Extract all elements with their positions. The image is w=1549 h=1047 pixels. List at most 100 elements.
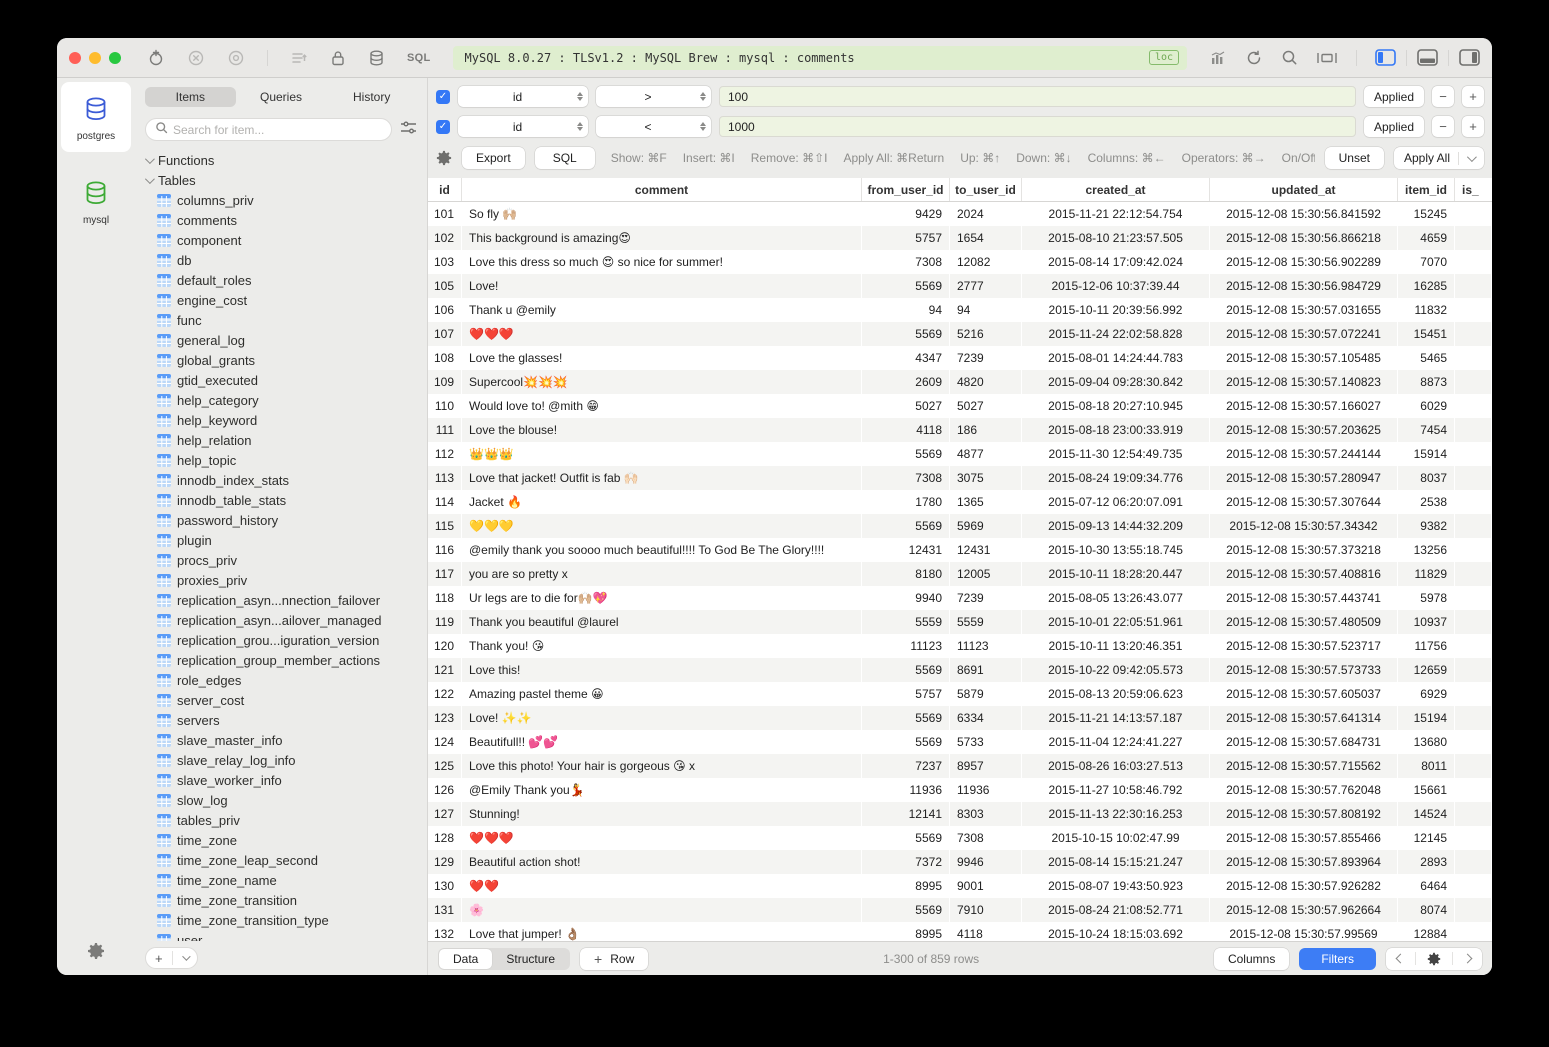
cell-to_user_id[interactable]: 8957: [950, 754, 1022, 778]
cell-id[interactable]: 128: [428, 826, 462, 850]
cell-comment[interactable]: Beautiful action shot!: [462, 850, 862, 874]
cell-from_user_id[interactable]: 9940: [862, 586, 950, 610]
filter-value-input[interactable]: [719, 86, 1356, 107]
cell-item_id[interactable]: 12659: [1398, 658, 1455, 682]
cell-item_id[interactable]: 15914: [1398, 442, 1455, 466]
next-page-button[interactable]: [1453, 948, 1482, 970]
cell-updated_at[interactable]: 2015-12-08 15:30:56.902289: [1210, 250, 1398, 274]
cell-is_[interactable]: [1455, 562, 1492, 586]
import-icon[interactable]: [290, 49, 308, 67]
cell-item_id[interactable]: 8873: [1398, 370, 1455, 394]
minimize-window-button[interactable]: [89, 52, 101, 64]
column-header-item_id[interactable]: item_id: [1398, 178, 1455, 201]
sql-button[interactable]: SQL: [535, 147, 595, 169]
cell-created_at[interactable]: 2015-08-05 13:26:43.077: [1022, 586, 1210, 610]
cell-updated_at[interactable]: 2015-12-08 15:30:57.715562: [1210, 754, 1398, 778]
cell-id[interactable]: 116: [428, 538, 462, 562]
table-row[interactable]: 118Ur legs are to die for🙌🏼💖994072392015…: [428, 586, 1492, 610]
cell-comment[interactable]: you are so pretty x: [462, 562, 862, 586]
cell-updated_at[interactable]: 2015-12-08 15:30:57.140823: [1210, 370, 1398, 394]
table-row[interactable]: 121Love this!556986912015-10-22 09:42:05…: [428, 658, 1492, 682]
cell-created_at[interactable]: 2015-07-12 06:20:07.091: [1022, 490, 1210, 514]
connection-mysql[interactable]: mysql: [61, 166, 131, 236]
cell-to_user_id[interactable]: 5733: [950, 730, 1022, 754]
cell-from_user_id[interactable]: 5569: [862, 514, 950, 538]
cell-to_user_id[interactable]: 2777: [950, 274, 1022, 298]
cell-id[interactable]: 117: [428, 562, 462, 586]
table-row[interactable]: 126@Emily Thank you💃11936119362015-11-27…: [428, 778, 1492, 802]
cell-to_user_id[interactable]: 5216: [950, 322, 1022, 346]
cell-created_at[interactable]: 2015-10-30 13:55:18.745: [1022, 538, 1210, 562]
cell-from_user_id[interactable]: 5027: [862, 394, 950, 418]
table-item[interactable]: replication_asyn...nnection_failover: [143, 590, 427, 610]
cell-created_at[interactable]: 2015-10-22 09:42:05.573: [1022, 658, 1210, 682]
cell-created_at[interactable]: 2015-09-04 09:28:30.842: [1022, 370, 1210, 394]
table-item[interactable]: replication_group_member_actions: [143, 650, 427, 670]
cell-created_at[interactable]: 2015-12-06 10:37:39.44: [1022, 274, 1210, 298]
cell-created_at[interactable]: 2015-10-15 10:02:47.99: [1022, 826, 1210, 850]
cell-is_[interactable]: [1455, 346, 1492, 370]
table-row[interactable]: 109Supercool💥💥💥260948202015-09-04 09:28:…: [428, 370, 1492, 394]
cell-updated_at[interactable]: 2015-12-08 15:30:57.031655: [1210, 298, 1398, 322]
cell-created_at[interactable]: 2015-10-24 18:15:03.692: [1022, 922, 1210, 941]
cell-item_id[interactable]: 8074: [1398, 898, 1455, 922]
cell-is_[interactable]: [1455, 298, 1492, 322]
filter-operator-select[interactable]: <: [596, 116, 711, 137]
cell-updated_at[interactable]: 2015-12-08 15:30:56.841592: [1210, 202, 1398, 226]
tab-queries[interactable]: Queries: [236, 87, 327, 107]
table-item[interactable]: time_zone_name: [143, 870, 427, 890]
cell-from_user_id[interactable]: 1780: [862, 490, 950, 514]
cell-created_at[interactable]: 2015-08-18 23:00:33.919: [1022, 418, 1210, 442]
sql-editor-icon[interactable]: SQL: [407, 52, 431, 64]
table-item[interactable]: func: [143, 310, 427, 330]
cell-id[interactable]: 103: [428, 250, 462, 274]
table-item[interactable]: help_topic: [143, 450, 427, 470]
table-item[interactable]: time_zone_leap_second: [143, 850, 427, 870]
cell-to_user_id[interactable]: 3075: [950, 466, 1022, 490]
cell-created_at[interactable]: 2015-08-18 20:27:10.945: [1022, 394, 1210, 418]
column-header-comment[interactable]: comment: [462, 178, 862, 201]
sidebar-search[interactable]: [145, 118, 392, 141]
cell-from_user_id[interactable]: 11123: [862, 634, 950, 658]
table-row[interactable]: 102This background is amazing😍5757165420…: [428, 226, 1492, 250]
table-row[interactable]: 127Stunning!1214183032015-11-13 22:30:16…: [428, 802, 1492, 826]
cell-to_user_id[interactable]: 12431: [950, 538, 1022, 562]
connect-icon[interactable]: [147, 49, 165, 67]
add-row-button[interactable]: + Row: [580, 948, 648, 970]
table-row[interactable]: 120Thank you! 😘11123111232015-10-11 13:2…: [428, 634, 1492, 658]
cell-id[interactable]: 125: [428, 754, 462, 778]
cell-id[interactable]: 102: [428, 226, 462, 250]
cell-to_user_id[interactable]: 8303: [950, 802, 1022, 826]
cell-is_[interactable]: [1455, 250, 1492, 274]
cell-updated_at[interactable]: 2015-12-08 15:30:57.641314: [1210, 706, 1398, 730]
cell-comment[interactable]: @Emily Thank you💃: [462, 778, 862, 802]
cell-is_[interactable]: [1455, 274, 1492, 298]
cell-comment[interactable]: @emily thank you soooo much beautiful!!!…: [462, 538, 862, 562]
cell-id[interactable]: 119: [428, 610, 462, 634]
cell-to_user_id[interactable]: 6334: [950, 706, 1022, 730]
table-item[interactable]: db: [143, 250, 427, 270]
table-item[interactable]: default_roles: [143, 270, 427, 290]
table-row[interactable]: 115💛💛💛556959692015-09-13 14:44:32.209201…: [428, 514, 1492, 538]
cell-from_user_id[interactable]: 8995: [862, 922, 950, 941]
cell-from_user_id[interactable]: 4347: [862, 346, 950, 370]
cell-is_[interactable]: [1455, 466, 1492, 490]
toggle-right-panel-icon[interactable]: [1459, 49, 1480, 66]
unset-button[interactable]: Unset: [1325, 147, 1384, 169]
cell-item_id[interactable]: 4659: [1398, 226, 1455, 250]
tab-structure[interactable]: Structure: [492, 949, 569, 969]
table-item[interactable]: servers: [143, 710, 427, 730]
cell-created_at[interactable]: 2015-08-26 16:03:27.513: [1022, 754, 1210, 778]
cell-id[interactable]: 114: [428, 490, 462, 514]
cell-comment[interactable]: 💛💛💛: [462, 514, 862, 538]
cell-updated_at[interactable]: 2015-12-08 15:30:57.408816: [1210, 562, 1398, 586]
table-row[interactable]: 125Love this photo! Your hair is gorgeou…: [428, 754, 1492, 778]
cell-id[interactable]: 124: [428, 730, 462, 754]
zoom-window-button[interactable]: [109, 52, 121, 64]
cell-comment[interactable]: Love this photo! Your hair is gorgeous 😘…: [462, 754, 862, 778]
toggle-bottom-panel-icon[interactable]: [1417, 49, 1438, 66]
cell-created_at[interactable]: 2015-11-24 22:02:58.828: [1022, 322, 1210, 346]
cell-updated_at[interactable]: 2015-12-08 15:30:57.99569: [1210, 922, 1398, 941]
cell-updated_at[interactable]: 2015-12-08 15:30:57.926282: [1210, 874, 1398, 898]
cell-is_[interactable]: [1455, 514, 1492, 538]
